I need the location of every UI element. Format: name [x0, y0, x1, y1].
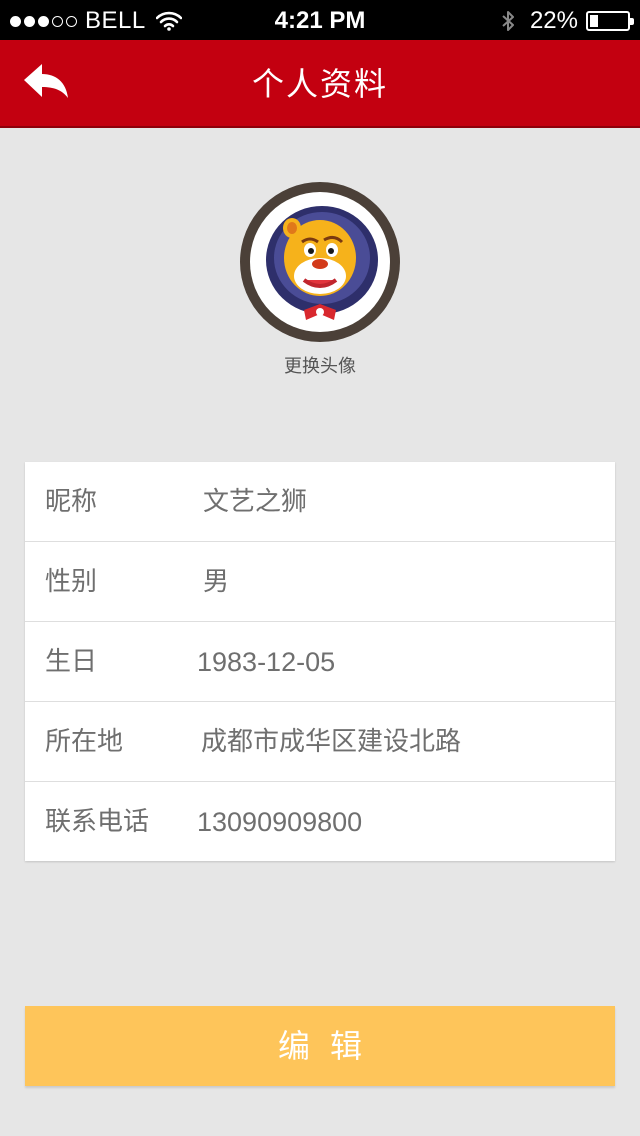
row-value: 男 — [203, 567, 230, 597]
edit-button[interactable]: 编辑 — [25, 1006, 615, 1086]
status-bar: BELL 4:21 PM 22% — [0, 0, 640, 40]
back-button[interactable] — [20, 60, 76, 108]
info-row-nickname: 昵称 文艺之狮 — [25, 462, 615, 542]
battery-tip — [630, 18, 634, 25]
lion-mascot-avatar-icon — [266, 206, 378, 320]
battery-percent: 22% — [529, 7, 578, 34]
avatar-image — [250, 192, 390, 332]
profile-info-card: 昵称 文艺之狮 性别 男 生日 1983-12-05 所在地 成都市成华区建设北… — [25, 462, 615, 861]
info-row-gender: 性别 男 — [25, 542, 615, 622]
battery-fill — [590, 15, 598, 27]
row-value: 成都市成华区建设北路 — [201, 727, 462, 757]
battery-icon — [586, 11, 634, 31]
row-value: 1983-12-05 — [197, 647, 336, 677]
bluetooth-icon — [502, 11, 514, 31]
row-label: 性别 — [45, 567, 98, 597]
back-arrow-icon — [24, 64, 68, 98]
row-value: 13090909800 — [197, 807, 363, 837]
avatar[interactable] — [240, 182, 400, 342]
page-title: 个人资料 — [251, 65, 388, 103]
info-row-location: 所在地 成都市成华区建设北路 — [25, 702, 615, 782]
info-row-birthday: 生日 1983-12-05 — [25, 622, 615, 702]
row-label: 联系电话 — [45, 807, 150, 837]
row-label: 昵称 — [45, 487, 98, 517]
row-label: 生日 — [45, 647, 98, 677]
row-label: 所在地 — [45, 727, 124, 757]
row-value: 文艺之狮 — [203, 487, 308, 517]
change-avatar-link[interactable]: 更换头像 — [0, 352, 640, 378]
nav-bar: 个人资料 — [0, 40, 640, 128]
info-row-phone: 联系电话 13090909800 — [25, 782, 615, 861]
status-right: 22% — [500, 7, 634, 35]
